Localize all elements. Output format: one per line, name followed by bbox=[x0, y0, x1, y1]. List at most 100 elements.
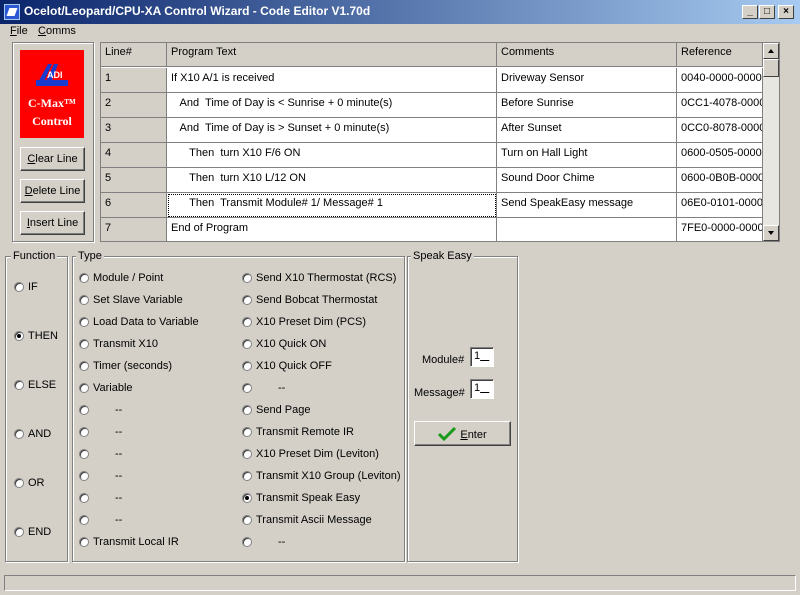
radio-icon bbox=[79, 471, 89, 481]
program-grid[interactable]: Line# Program Text Comments Reference 1 … bbox=[100, 42, 780, 242]
comment-cell[interactable]: Before Sunrise bbox=[497, 93, 677, 118]
comment-cell[interactable]: After Sunset bbox=[497, 118, 677, 143]
type-radio[interactable]: Send X10 Thermostat (RCS) bbox=[242, 272, 396, 284]
header-line-num[interactable]: Line# bbox=[101, 43, 167, 67]
line-number-cell[interactable]: 4 bbox=[101, 143, 167, 168]
type-radio[interactable]: Set Slave Variable bbox=[79, 294, 183, 306]
table-row[interactable]: 7 End of Program 7FE0-0000-0000 bbox=[101, 218, 763, 241]
type-radio[interactable]: X10 Quick OFF bbox=[242, 360, 332, 372]
program-text-cell[interactable]: And Time of Day is < Sunrise + 0 minute(… bbox=[167, 93, 497, 118]
radio-icon bbox=[242, 383, 252, 393]
type-radio[interactable]: -- bbox=[79, 470, 122, 482]
radio-icon bbox=[242, 449, 252, 459]
table-row[interactable]: 6 Then Transmit Module# 1/ Message# 1 Se… bbox=[101, 193, 763, 218]
type-radio[interactable]: Transmit X10 Group (Leviton) bbox=[242, 470, 400, 482]
maximize-button[interactable]: □ bbox=[759, 5, 775, 19]
logo-brand-text: ADI bbox=[47, 70, 63, 80]
type-radio-selected[interactable]: Transmit Speak Easy bbox=[242, 492, 360, 504]
menu-comms[interactable]: Comms bbox=[38, 25, 76, 37]
reference-cell[interactable]: 0600-0B0B-0000 bbox=[677, 168, 763, 193]
program-text-cell-selected[interactable]: Then Transmit Module# 1/ Message# 1 bbox=[167, 193, 497, 218]
type-radio[interactable]: X10 Quick ON bbox=[242, 338, 326, 350]
function-if-radio[interactable]: IF bbox=[14, 281, 38, 293]
reference-cell[interactable]: 0CC1-4078-0000 bbox=[677, 93, 763, 118]
line-number-cell[interactable]: 3 bbox=[101, 118, 167, 143]
comment-cell[interactable]: Send SpeakEasy message bbox=[497, 193, 677, 218]
comment-cell[interactable] bbox=[497, 218, 677, 241]
function-and-radio[interactable]: AND bbox=[14, 428, 51, 440]
reference-cell[interactable]: 0600-0505-0000 bbox=[677, 143, 763, 168]
function-or-radio[interactable]: OR bbox=[14, 477, 45, 489]
app-icon[interactable] bbox=[4, 4, 20, 20]
speak-easy-group bbox=[407, 256, 518, 562]
program-text-cell[interactable]: Then turn X10 F/6 ON bbox=[167, 143, 497, 168]
insert-line-button[interactable]: Insert Line bbox=[20, 211, 85, 235]
header-program-text[interactable]: Program Text bbox=[167, 43, 497, 67]
type-radio[interactable]: -- bbox=[79, 448, 122, 460]
type-radio[interactable]: Variable bbox=[79, 382, 133, 394]
program-text-cell[interactable]: And Time of Day is > Sunset + 0 minute(s… bbox=[167, 118, 497, 143]
type-radio[interactable]: Module / Point bbox=[79, 272, 163, 284]
line-number-cell[interactable]: 5 bbox=[101, 168, 167, 193]
radio-icon bbox=[79, 361, 89, 371]
type-radio[interactable]: -- bbox=[79, 492, 122, 504]
comment-cell[interactable]: Driveway Sensor bbox=[497, 68, 677, 93]
delete-line-button[interactable]: Delete Line bbox=[20, 179, 85, 203]
module-input[interactable]: 1 bbox=[470, 347, 494, 367]
module-label: Module# bbox=[422, 354, 465, 366]
reference-cell[interactable]: 0040-0000-0000 bbox=[677, 68, 763, 93]
scroll-down-button[interactable] bbox=[763, 225, 779, 241]
line-number-cell[interactable]: 1 bbox=[101, 68, 167, 93]
function-end-radio[interactable]: END bbox=[14, 526, 51, 538]
table-row[interactable]: 2 And Time of Day is < Sunrise + 0 minut… bbox=[101, 93, 763, 118]
function-then-radio[interactable]: THEN bbox=[14, 330, 58, 342]
minimize-button[interactable]: _ bbox=[742, 5, 758, 19]
close-button[interactable]: × bbox=[778, 5, 794, 19]
type-radio[interactable]: X10 Preset Dim (Leviton) bbox=[242, 448, 379, 460]
type-radio[interactable]: -- bbox=[79, 404, 122, 416]
reference-cell[interactable]: 7FE0-0000-0000 bbox=[677, 218, 763, 241]
table-row[interactable]: 4 Then turn X10 F/6 ON Turn on Hall Ligh… bbox=[101, 143, 763, 168]
type-radio[interactable]: Transmit Ascii Message bbox=[242, 514, 372, 526]
function-group-label: Function bbox=[11, 250, 58, 262]
header-reference[interactable]: Reference bbox=[677, 43, 763, 67]
clear-line-button[interactable]: Clear Line bbox=[20, 147, 85, 171]
type-radio[interactable]: Send Page bbox=[242, 404, 310, 416]
type-radio[interactable]: Transmit Local IR bbox=[79, 536, 179, 548]
message-input[interactable]: 1 bbox=[470, 379, 494, 399]
program-text-cell[interactable]: Then turn X10 L/12 ON bbox=[167, 168, 497, 193]
type-radio[interactable]: -- bbox=[242, 382, 285, 394]
radio-checked-icon bbox=[242, 493, 252, 503]
line-number-cell[interactable]: 2 bbox=[101, 93, 167, 118]
program-text-cell[interactable]: If X10 A/1 is received bbox=[167, 68, 497, 93]
type-radio[interactable]: Transmit Remote IR bbox=[242, 426, 354, 438]
table-row[interactable]: 3 And Time of Day is > Sunset + 0 minute… bbox=[101, 118, 763, 143]
grid-vertical-scrollbar[interactable] bbox=[763, 43, 779, 241]
comment-cell[interactable]: Sound Door Chime bbox=[497, 168, 677, 193]
logo-line1: C-Max™ bbox=[28, 96, 76, 110]
scroll-up-button[interactable] bbox=[763, 43, 779, 59]
comment-cell[interactable]: Turn on Hall Light bbox=[497, 143, 677, 168]
type-radio[interactable]: Load Data to Variable bbox=[79, 316, 199, 328]
type-radio[interactable]: X10 Preset Dim (PCS) bbox=[242, 316, 366, 328]
radio-icon bbox=[79, 295, 89, 305]
reference-cell[interactable]: 0CC0-8078-0000 bbox=[677, 118, 763, 143]
table-row[interactable]: 5 Then turn X10 L/12 ON Sound Door Chime… bbox=[101, 168, 763, 193]
line-number-cell[interactable]: 7 bbox=[101, 218, 167, 241]
line-number-cell[interactable]: 6 bbox=[101, 193, 167, 218]
menu-file[interactable]: File bbox=[10, 25, 28, 37]
type-radio[interactable]: -- bbox=[79, 514, 122, 526]
scroll-thumb[interactable] bbox=[763, 59, 779, 77]
type-radio[interactable]: Transmit X10 bbox=[79, 338, 158, 350]
table-row[interactable]: 1 If X10 A/1 is received Driveway Sensor… bbox=[101, 68, 763, 93]
type-radio[interactable]: -- bbox=[242, 536, 285, 548]
program-text-cell[interactable]: End of Program bbox=[167, 218, 497, 241]
enter-button[interactable]: Enter bbox=[414, 421, 511, 446]
type-radio[interactable]: Send Bobcat Thermostat bbox=[242, 294, 377, 306]
radio-icon bbox=[242, 471, 252, 481]
function-else-radio[interactable]: ELSE bbox=[14, 379, 56, 391]
header-comments[interactable]: Comments bbox=[497, 43, 677, 67]
type-radio[interactable]: Timer (seconds) bbox=[79, 360, 172, 372]
type-radio[interactable]: -- bbox=[79, 426, 122, 438]
reference-cell[interactable]: 06E0-0101-0000 bbox=[677, 193, 763, 218]
